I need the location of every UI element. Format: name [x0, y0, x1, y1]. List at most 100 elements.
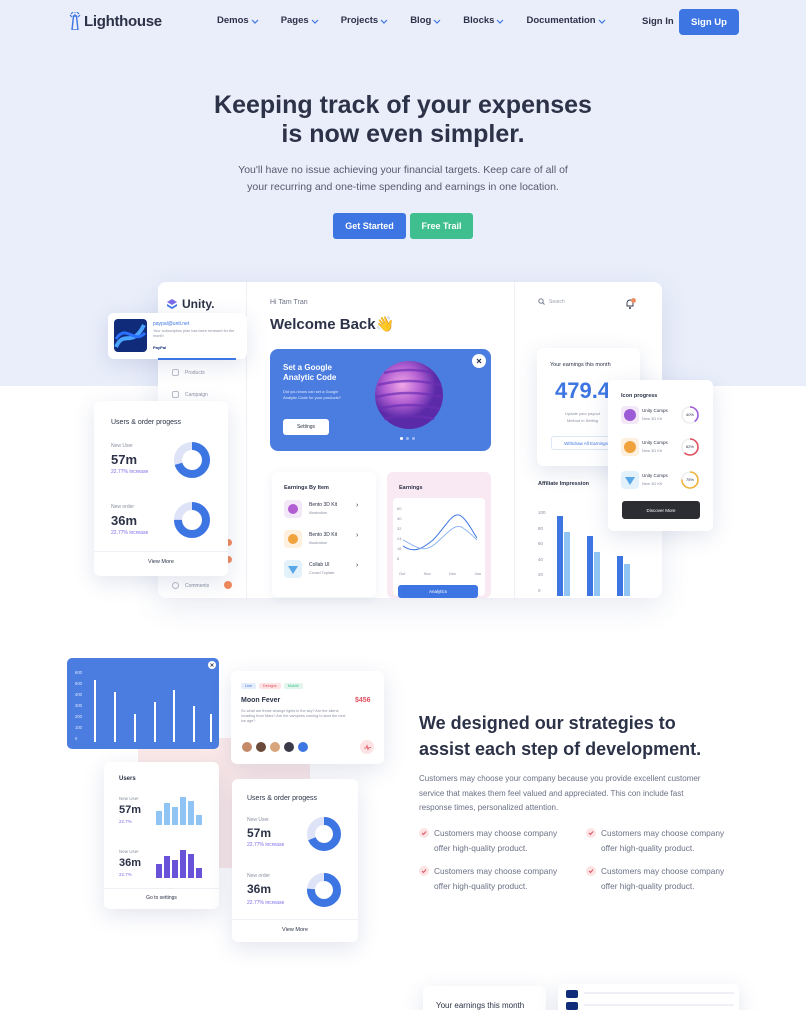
divider	[104, 888, 219, 889]
item-thumb-2	[284, 530, 302, 548]
carousel-dot[interactable]	[400, 437, 403, 440]
task-text: So what are those strange lights in the …	[241, 709, 346, 724]
progress-new-order-delta: 22.77% increase	[247, 900, 285, 906]
view-more-button[interactable]: View More	[94, 559, 228, 565]
search-icon	[538, 298, 545, 305]
blue-shape-icon	[288, 566, 298, 574]
your-earnings-value: 479.4	[555, 378, 611, 403]
y-tick: 20	[538, 572, 544, 577]
nav-documentation-label: Documentation	[526, 15, 596, 26]
section2-title-line2: assist each step of development.	[419, 739, 702, 759]
users-card: Users New User 57m 22.7% New User 36m 22…	[104, 762, 219, 909]
table-row	[584, 1004, 734, 1006]
paypal-email: paypal@unit.net	[153, 321, 190, 327]
paypal-card: paypal@unit.net Your subscription plan h…	[108, 313, 247, 359]
dashboard-search[interactable]: Search	[538, 298, 565, 305]
x-tick: Nov	[423, 571, 431, 576]
bar-chart-card: 600 500 400 300 200 100 0	[67, 658, 219, 749]
check-icon	[419, 828, 429, 838]
progress-name-2: Unity Comps	[642, 440, 668, 445]
get-started-button[interactable]: Get Started	[333, 213, 406, 239]
bell-icon[interactable]	[624, 298, 636, 310]
close-icon	[210, 663, 214, 667]
y-tick: 60	[538, 541, 544, 546]
activity-button[interactable]	[360, 740, 374, 754]
sidebar-item-products[interactable]: Products	[172, 369, 205, 376]
chevron-right-icon[interactable]: ›	[356, 502, 358, 509]
item-name-2: Bento 3D Kit	[309, 532, 338, 538]
progress-pct-2: 62%	[685, 444, 694, 449]
logo-text: Lighthouse	[84, 12, 162, 30]
users-mini-bars-1	[156, 797, 202, 825]
feature-text: offer high-quality product.	[601, 880, 695, 891]
sidebar-item-comments[interactable]: Comments	[172, 582, 209, 589]
banner-settings-button[interactable]: Settings	[283, 419, 329, 435]
section2-body: Customers may choose your company becaus…	[419, 772, 739, 816]
progress-sub-3: New 3D Kit	[642, 481, 663, 486]
item-name-1: Bento 3D Kit	[309, 502, 338, 508]
close-icon	[476, 358, 482, 364]
your-earnings-sub-line1: Update your payout	[565, 411, 600, 416]
signin-link[interactable]: Sign In	[642, 16, 674, 27]
item-sub-3: Crowd Toplate	[309, 570, 335, 575]
go-to-settings-button[interactable]: Go to settings	[104, 895, 219, 901]
tag-mobile: Mobile	[283, 683, 303, 689]
new-user-delta: 22.77% increase	[111, 469, 149, 475]
users-new-user-label: New User	[119, 796, 139, 801]
nav-projects[interactable]: Projects	[341, 15, 389, 26]
nav-blocks[interactable]: Blocks	[463, 15, 504, 26]
dashboard-brand-text: Unity.	[182, 297, 215, 311]
y-tick: 80	[538, 525, 544, 531]
divider	[94, 551, 228, 552]
free-trial-button[interactable]: Free Trail	[410, 213, 473, 239]
nav-demos[interactable]: Demos	[217, 15, 259, 26]
y-tick: 200	[75, 714, 82, 719]
avatar	[241, 741, 253, 753]
unity-logo-icon	[167, 299, 177, 309]
discover-more-button[interactable]: Discover More	[622, 501, 700, 519]
sidebar-item-campaign[interactable]: Campaign	[172, 391, 208, 398]
products-icon	[172, 369, 179, 376]
nav-pages[interactable]: Pages	[281, 15, 319, 26]
users-delta-2: 22.7%	[119, 872, 132, 877]
feature-text: Customers may choose company	[434, 828, 558, 838]
task-title: Moon Fever	[241, 697, 281, 704]
item-thumb-1	[284, 500, 302, 518]
bar-chart-y-axis: 600 500 400 300 200 100 0	[75, 667, 82, 744]
carousel-dot[interactable]	[412, 437, 415, 440]
banner-title-line1: Set a Google	[283, 363, 332, 372]
earnings-x-axis: Oct Nov Dec Jan	[399, 571, 481, 576]
progress-view-more-button[interactable]: View More	[232, 927, 358, 933]
pulse-icon	[363, 743, 371, 751]
purple-sphere-icon	[288, 504, 298, 514]
y-tick: 500	[75, 681, 82, 686]
nav-documentation[interactable]: Documentation	[526, 15, 606, 26]
chevron-right-icon[interactable]: ›	[356, 562, 358, 569]
chevron-right-icon[interactable]: ›	[356, 532, 358, 539]
y-tick: 16	[397, 546, 402, 551]
nav-projects-label: Projects	[340, 15, 379, 26]
carousel-dot[interactable]	[406, 437, 409, 440]
feature-text: Customers may choose company	[434, 866, 558, 876]
panel-divider	[514, 282, 515, 598]
progress-name-1: Unity Comps	[642, 408, 668, 413]
logo[interactable]: Lighthouse	[68, 12, 162, 30]
x-tick: Oct	[399, 571, 406, 576]
bar-card-close-button[interactable]	[208, 661, 216, 669]
signup-button[interactable]: Sign Up	[679, 9, 739, 35]
hero-title: Keeping track of your expenses is now ev…	[0, 91, 806, 149]
y-tick: 100	[538, 510, 546, 515]
nav-pages-label: Pages	[280, 15, 309, 26]
analytics-button[interactable]: Analytics	[398, 585, 478, 598]
add-member-button[interactable]	[297, 741, 309, 753]
progress-thumb-2	[621, 438, 639, 456]
nav-blog[interactable]: Blog	[410, 15, 441, 26]
chevron-down-icon	[251, 19, 259, 24]
sidebar-products-label: Products	[185, 369, 205, 376]
table-thumb	[566, 1002, 578, 1010]
paypal-text: Your subscription plan has been renewed …	[153, 329, 235, 338]
progress-sub-2: New 3D Kit	[642, 448, 663, 453]
feature-item: Customers may choose company offer high-q…	[586, 864, 724, 893]
banner-close-button[interactable]	[472, 354, 486, 368]
users-order-progress-card: Users & order progess New User 57m 22.77…	[94, 401, 228, 576]
